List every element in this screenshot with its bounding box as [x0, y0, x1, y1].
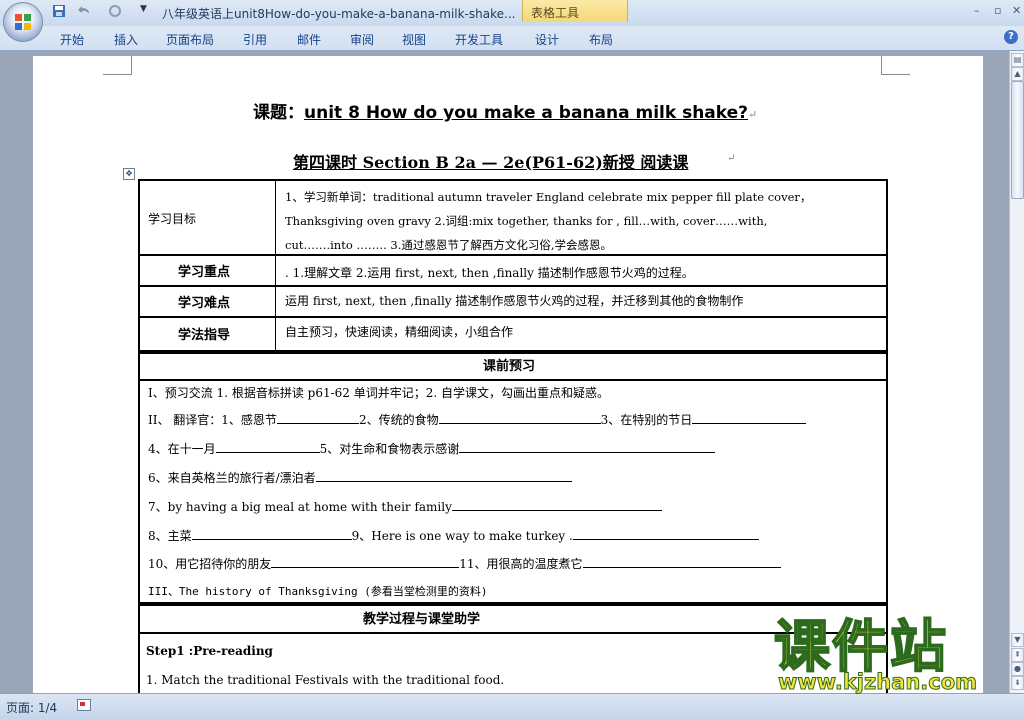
table-tools-label: 表格工具 — [531, 6, 580, 20]
translate-cook-high-temp: 11、用很高的温度煮它 — [459, 557, 583, 571]
crop-mark-left — [103, 56, 132, 75]
subtitle-text: 第四课时 Section B 2a — 2e(P61-62)新授 阅读课 — [293, 153, 689, 172]
step1-heading: Step1 :Pre-reading — [146, 644, 273, 658]
preview-item-5: 7、by having a big meal at home with thei… — [148, 495, 662, 519]
difficult-text: 运用 first, next, then ,finally 描述制作感恩节火鸡的… — [285, 294, 744, 308]
paragraph-mark: ↵ — [748, 108, 758, 121]
method-text: 自主预习，快速阅读，精细阅读，小组合作 — [285, 325, 514, 339]
ribbon-tabs: 开始 插入 页面布局 引用 邮件 审阅 视图 开发工具 设计 布局 ? — [0, 26, 1024, 51]
undo-icon[interactable] — [74, 4, 92, 20]
blank[interactable] — [191, 528, 352, 540]
translate-serve-friends: 10、用它招待你的朋友 — [148, 557, 272, 571]
tab-layout[interactable]: 布局 — [589, 31, 613, 48]
vertical-scrollbar[interactable]: ▤ ▲ ▼ ⇞ ● ⇟ — [1009, 51, 1024, 693]
preview-item-7: 10、用它招待你的朋友 11、用很高的温度煮它 — [148, 552, 781, 576]
blank[interactable] — [572, 528, 759, 540]
translate-traveler: 6、来自英格兰的旅行者/漂泊者 — [148, 471, 316, 485]
blank[interactable] — [451, 499, 662, 511]
tab-view[interactable]: 视图 — [402, 31, 426, 48]
goals-line-3: cut…….into …….. 3.通过感恩节了解西方文化习俗,学会感恩。 — [285, 238, 613, 252]
redo-icon[interactable] — [108, 4, 122, 20]
match-instruction: 1. Match the traditional Festivals with … — [146, 673, 505, 687]
title-topic: unit 8 How do you make a banana milk sha… — [304, 103, 749, 123]
preview-item-8: III、The history of Thanksgiving (参看当堂检测里… — [148, 585, 488, 598]
preview-header: 课前预习 — [483, 359, 536, 374]
document-page[interactable]: 课题：unit 8 How do you make a banana milk … — [33, 56, 983, 693]
title-prefix: 课题： — [253, 103, 304, 123]
difficult-label: 学习难点 — [178, 296, 231, 311]
scroll-up-icon[interactable]: ▲ — [1011, 67, 1024, 81]
blank[interactable] — [315, 470, 572, 482]
method-label: 学法指导 — [178, 328, 231, 343]
tab-developer[interactable]: 开发工具 — [455, 31, 503, 48]
crop-mark-right — [881, 56, 910, 75]
translate-special-festival: 3、在特别的节日 — [600, 413, 693, 427]
select-browse-object-icon[interactable]: ● — [1011, 662, 1024, 676]
process-header: 教学过程与课堂助学 — [363, 612, 481, 627]
table-tools-context: 表格工具 — [522, 0, 628, 22]
preview-table: 课前预习 I、预习交流 1. 根据音标拼读 p61-62 单词并牢记；2. 自学… — [138, 352, 888, 604]
translate-big-meal: 7、by having a big meal at home with thei… — [148, 500, 452, 514]
tab-design[interactable]: 设计 — [535, 31, 559, 48]
row-divider — [140, 285, 886, 287]
office-button[interactable] — [3, 2, 43, 42]
key-label: 学习重点 — [178, 265, 231, 280]
row-divider — [140, 316, 886, 318]
goals-line-1: 1、学习新单词：traditional autumn traveler Engl… — [285, 190, 812, 204]
previous-page-icon[interactable]: ⇞ — [1011, 648, 1024, 662]
title-bar: ▼ 八年级英语上unit8How-do-you-make-a-banana-mi… — [0, 0, 1024, 26]
site-watermark: 课件站 www.kjzhan.com — [772, 615, 1012, 698]
tab-home[interactable]: 开始 — [60, 31, 84, 48]
help-icon[interactable]: ? — [1004, 30, 1018, 44]
blank[interactable] — [215, 441, 320, 453]
tab-review[interactable]: 审阅 — [350, 31, 374, 48]
restore-icon[interactable]: ▫ — [994, 4, 1001, 17]
translate-in-november: 4、在十一月 — [148, 442, 216, 456]
blank[interactable] — [692, 412, 807, 424]
document-title: 八年级英语上unit8How-do-you-make-a-banana-milk… — [162, 7, 516, 21]
preview-item-4: 6、来自英格兰的旅行者/漂泊者 — [148, 466, 572, 490]
blank[interactable] — [276, 412, 359, 424]
scroll-down-icon[interactable]: ▼ — [1011, 633, 1024, 647]
customize-qat-icon[interactable]: ▼ — [140, 4, 147, 20]
goals-line-2: Thanksgiving oven gravy 2.词组:mix togethe… — [285, 214, 768, 228]
office-logo-icon — [15, 14, 31, 30]
translate-main-dish: 8、主菜 — [148, 529, 192, 543]
minimize-icon[interactable]: – — [974, 4, 980, 17]
column-divider — [275, 181, 276, 350]
translate-give-thanks: 5、对生命和食物表示感谢 — [319, 442, 460, 456]
blank[interactable] — [459, 441, 716, 453]
tab-mailings[interactable]: 邮件 — [297, 31, 321, 48]
page-indicator[interactable]: 页面: 1/4 — [6, 699, 57, 716]
preview-item-1: I、预习交流 1. 根据音标拼读 p61-62 单词并牢记；2. 自学课文，勾画… — [148, 386, 609, 400]
close-icon[interactable]: ✕ — [1012, 4, 1021, 17]
document-workspace: 课题：unit 8 How do you make a banana milk … — [0, 51, 1009, 693]
watermark-url: www.kjzhan.com — [777, 670, 978, 695]
lesson-subtitle: 第四课时 Section B 2a — 2e(P61-62)新授 阅读课 — [293, 149, 688, 173]
preview-item-3: 4、在十一月 5、对生命和食物表示感谢 — [148, 437, 716, 461]
preview-item-2: II、 翻译官：1、感恩节 2、传统的食物 3、在特别的节日 — [148, 408, 807, 432]
paragraph-mark: ↵ — [727, 153, 736, 164]
next-page-icon[interactable]: ⇟ — [1011, 676, 1024, 690]
blank[interactable] — [582, 556, 781, 568]
blank[interactable] — [271, 556, 460, 568]
save-icon[interactable] — [52, 4, 66, 20]
translate-thanksgiving: II、 翻译官：1、感恩节 — [148, 413, 277, 427]
scrollbar-thumb[interactable] — [1011, 81, 1024, 199]
table-move-handle-icon[interactable]: ✥ — [123, 168, 135, 180]
preview-item-6: 8、主菜 9、Here is one way to make turkey . — [148, 524, 759, 548]
tab-page-layout[interactable]: 页面布局 — [166, 31, 214, 48]
blank[interactable] — [438, 412, 601, 424]
translate-make-turkey: 9、Here is one way to make turkey . — [351, 529, 573, 543]
tab-insert[interactable]: 插入 — [114, 31, 138, 48]
watermark-logo-text: 课件站 — [773, 615, 948, 680]
ruler-toggle-icon[interactable]: ▤ — [1011, 53, 1024, 67]
lesson-title: 课题：unit 8 How do you make a banana milk … — [253, 98, 757, 123]
key-text: . 1.理解文章 2.运用 first, next, then ,finally… — [285, 266, 694, 280]
objectives-table: 学习目标 1、学习新单词：traditional autumn traveler… — [138, 179, 888, 352]
goals-label: 学习目标 — [148, 212, 197, 226]
tab-references[interactable]: 引用 — [243, 31, 267, 48]
proofing-status-icon[interactable] — [77, 699, 91, 711]
translate-traditional-food: 2、传统的食物 — [358, 413, 439, 427]
